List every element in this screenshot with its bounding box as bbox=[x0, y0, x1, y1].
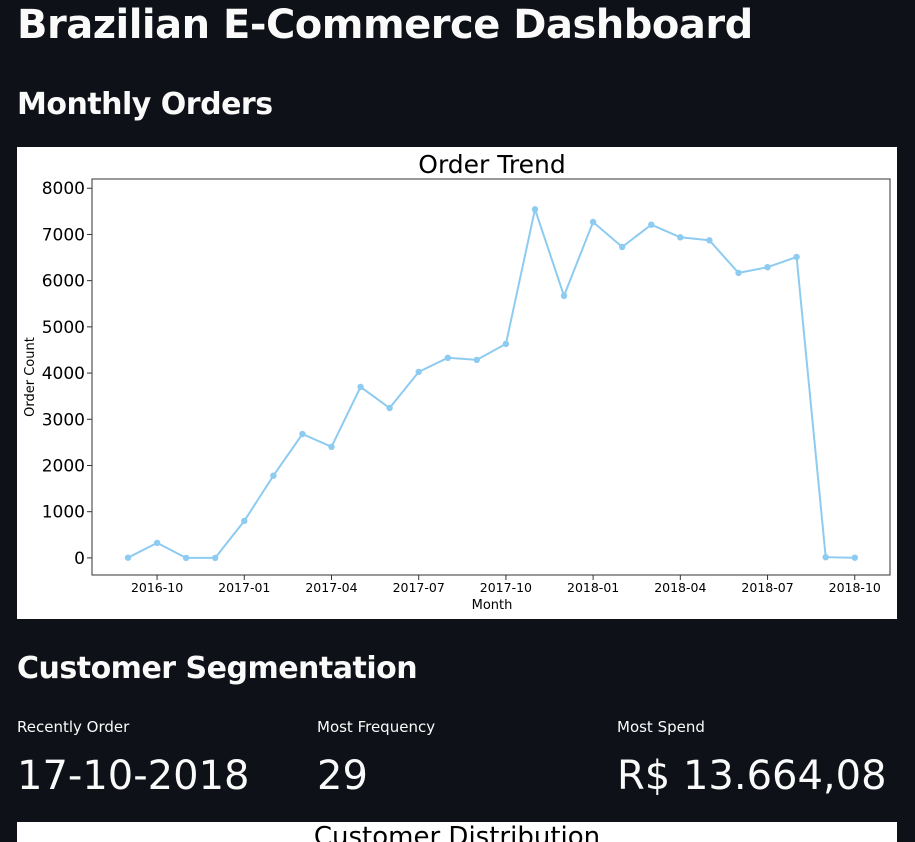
data-point bbox=[182, 554, 190, 562]
data-point bbox=[502, 340, 510, 348]
data-point bbox=[473, 356, 480, 364]
y-tick-label: 7000 bbox=[42, 225, 85, 245]
y-tick-label: 8000 bbox=[42, 179, 85, 199]
metric-label: Most Spend bbox=[617, 718, 705, 736]
data-point bbox=[560, 292, 568, 299]
data-point bbox=[415, 368, 422, 376]
data-point bbox=[386, 404, 393, 412]
y-tick-label: 0 bbox=[74, 549, 85, 569]
plot-area-frame bbox=[91, 178, 891, 576]
chart-title: Customer Distribution bbox=[313, 822, 601, 842]
data-point bbox=[735, 269, 742, 277]
section-title-monthly-orders: Monthly Orders bbox=[17, 87, 273, 122]
data-point bbox=[444, 354, 451, 361]
x-tick-label: 2017-10 bbox=[480, 580, 532, 595]
section-title-customer-segmentation: Customer Segmentation bbox=[17, 651, 418, 686]
data-point bbox=[328, 443, 335, 450]
metric-value: 17-10-2018 bbox=[17, 753, 250, 799]
metric-label: Most Frequency bbox=[317, 718, 436, 736]
data-point bbox=[241, 517, 248, 525]
metric-most-frequency: Most Frequency 29 bbox=[317, 716, 435, 796]
metric-recently-order: Recently Order 17-10-2018 bbox=[17, 716, 249, 796]
y-axis: 0 1000 2000 3000 4000 5000 6000 7000 8000 bbox=[42, 179, 92, 569]
series-points bbox=[124, 206, 858, 562]
x-tick-label: 2016-10 bbox=[131, 580, 183, 595]
data-point bbox=[124, 554, 132, 561]
y-tick-label: 3000 bbox=[42, 410, 85, 430]
x-tick-label: 2017-01 bbox=[218, 580, 270, 595]
x-axis: 2016-10 2017-01 2017-04 2017-07 2017-10 2018-… bbox=[131, 575, 881, 595]
x-tick-label: 2017-07 bbox=[393, 580, 445, 595]
customer-distribution-chart: Customer Distribution bbox=[17, 822, 897, 842]
data-point bbox=[648, 221, 655, 228]
data-point bbox=[270, 472, 277, 479]
x-tick-label: 2018-10 bbox=[829, 580, 881, 595]
series-line bbox=[127, 205, 855, 559]
metric-value: R$ 13.664,08 bbox=[617, 753, 887, 799]
y-tick-label: 2000 bbox=[42, 456, 85, 476]
data-point bbox=[706, 237, 713, 244]
x-tick-label: 2018-01 bbox=[567, 580, 619, 595]
x-tick-label: 2018-07 bbox=[741, 580, 793, 595]
data-point bbox=[851, 554, 858, 561]
data-point bbox=[299, 430, 306, 438]
y-axis-label: Order Count bbox=[23, 337, 38, 417]
y-tick-label: 6000 bbox=[42, 272, 85, 292]
y-tick-label: 1000 bbox=[42, 503, 85, 523]
y-tick-label: 4000 bbox=[42, 364, 85, 384]
metric-label: Recently Order bbox=[17, 718, 130, 736]
data-point bbox=[793, 253, 800, 261]
data-point bbox=[822, 554, 829, 561]
data-point bbox=[677, 234, 684, 241]
data-point bbox=[212, 554, 219, 562]
metric-value: 29 bbox=[317, 753, 368, 799]
x-axis-label: Month bbox=[472, 598, 513, 613]
metric-most-spend: Most Spend R$ 13.664,08 bbox=[617, 716, 887, 796]
data-point bbox=[764, 264, 771, 271]
x-tick-label: 2018-04 bbox=[654, 580, 706, 595]
data-point bbox=[619, 243, 626, 251]
x-tick-label: 2017-04 bbox=[305, 580, 357, 595]
order-trend-svg: Order Trend 0 1000 2000 3000 4000 5000 6000 700… bbox=[23, 150, 891, 613]
data-point bbox=[589, 218, 597, 226]
y-tick-label: 5000 bbox=[42, 318, 85, 338]
dashboard-page: Brazilian E-Commerce Dashboard Monthly O… bbox=[0, 0, 915, 842]
data-point bbox=[531, 206, 539, 213]
chart-title: Order Trend bbox=[418, 150, 565, 179]
page-title: Brazilian E-Commerce Dashboard bbox=[17, 2, 753, 48]
data-point bbox=[153, 539, 161, 547]
data-point bbox=[357, 383, 364, 391]
order-trend-chart: Order Trend 0 1000 2000 3000 4000 5000 6000 700… bbox=[17, 147, 897, 619]
